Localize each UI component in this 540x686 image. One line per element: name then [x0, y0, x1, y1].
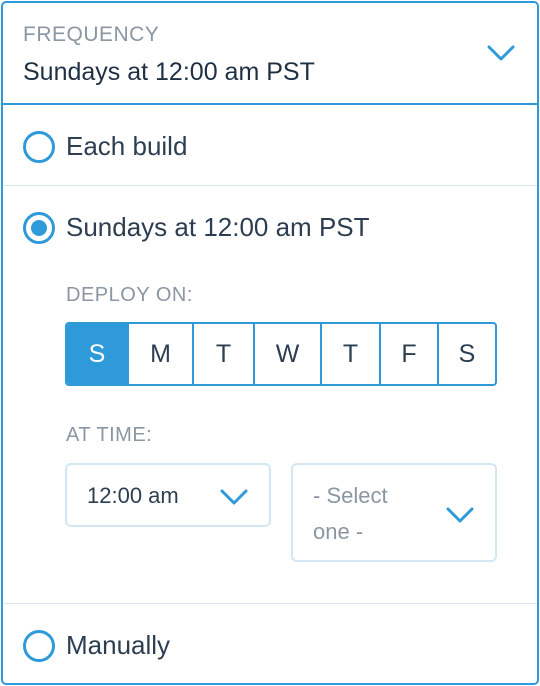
frequency-dropdown-header[interactable]: FREQUENCY Sundays at 12:00 am PST [3, 3, 537, 105]
day-button-thu[interactable]: T [320, 324, 379, 384]
at-time-label: AT TIME: [66, 424, 153, 446]
chevron-down-icon[interactable] [485, 41, 517, 65]
radio-manually[interactable] [23, 630, 55, 662]
option-each-build-label: Each build [66, 131, 188, 161]
chevron-down-icon [446, 507, 474, 523]
frequency-panel: FREQUENCY Sundays at 12:00 am PST Each b… [1, 1, 539, 685]
option-weekly-label: Sundays at 12:00 am PST [66, 212, 370, 242]
day-button-mon[interactable]: M [127, 324, 192, 384]
deploy-on-label: DEPLOY ON: [66, 284, 193, 306]
radio-weekly[interactable] [23, 212, 55, 244]
time-select[interactable]: 12:00 am [65, 463, 271, 527]
option-manually[interactable]: Manually [3, 604, 537, 683]
timezone-select[interactable]: - Select one - [291, 463, 497, 562]
option-weekly[interactable]: Sundays at 12:00 am PST [3, 186, 537, 266]
frequency-label: FREQUENCY [23, 23, 160, 46]
frequency-value: Sundays at 12:00 am PST [23, 58, 315, 86]
day-button-tue[interactable]: T [192, 324, 253, 384]
timezone-placeholder-line1: - Select [313, 483, 388, 508]
radio-each-build[interactable] [23, 131, 55, 163]
day-button-wed[interactable]: W [253, 324, 320, 384]
timezone-placeholder-line2: one - [313, 519, 364, 544]
day-button-sat[interactable]: S [437, 324, 495, 384]
day-selector: S M T W T F S [65, 322, 497, 386]
time-select-value: 12:00 am [87, 483, 179, 508]
option-manually-label: Manually [66, 630, 171, 660]
option-each-build[interactable]: Each build [3, 105, 537, 187]
day-button-sun[interactable]: S [67, 324, 127, 384]
chevron-down-icon [220, 489, 248, 505]
day-button-fri[interactable]: F [379, 324, 437, 384]
